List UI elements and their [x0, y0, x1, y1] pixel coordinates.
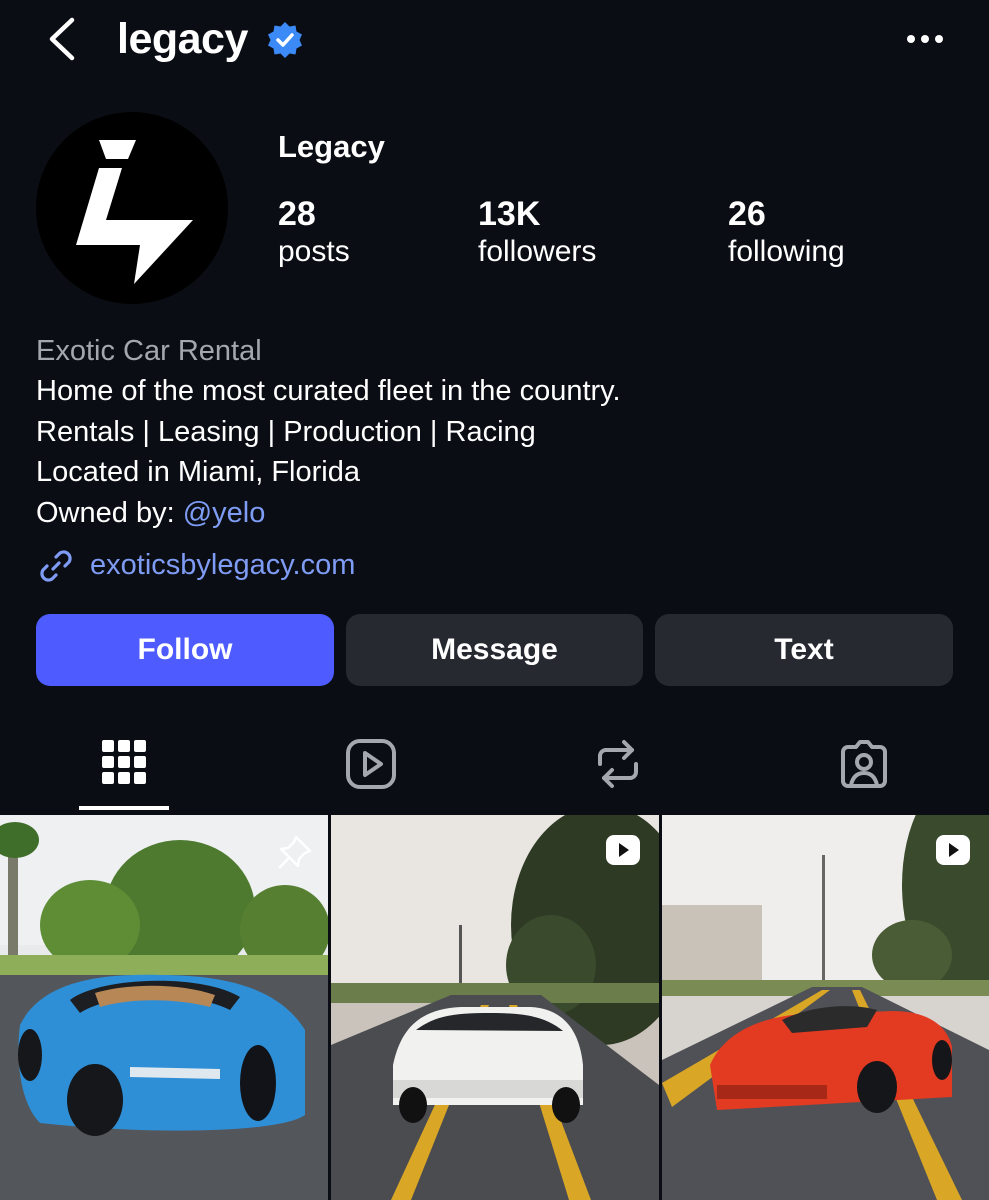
reel-badge-icon [936, 835, 970, 865]
bio-line-2: Rentals | Leasing | Production | Racing [36, 416, 536, 448]
profile-avatar[interactable] [36, 112, 228, 304]
grid-icon [102, 740, 146, 784]
profile-username: legacy [117, 15, 248, 63]
stat-posts[interactable]: 28 posts [278, 194, 350, 270]
tagged-icon [841, 740, 887, 788]
reposts-icon [598, 740, 638, 788]
stat-followers-label: followers [478, 235, 597, 268]
stat-following[interactable]: 26 following [728, 194, 845, 270]
stat-posts-label: posts [278, 235, 350, 268]
reel-badge-icon [606, 835, 640, 865]
post-tile-3[interactable] [662, 815, 989, 1200]
message-button[interactable]: Message [346, 614, 643, 686]
bio-line-1: Home of the most curated fleet in the co… [36, 375, 621, 407]
post-tile-1[interactable] [0, 815, 328, 1200]
stat-followers-count: 13K [478, 195, 541, 233]
follow-button[interactable]: Follow [36, 614, 334, 686]
post-tile-2[interactable] [331, 815, 659, 1200]
owner-mention-link[interactable]: @yelo [183, 497, 266, 529]
stat-posts-count: 28 [278, 195, 316, 233]
bio-owner-line: Owned by: @yelo [36, 493, 265, 533]
pinned-icon [278, 835, 312, 869]
bio-line-3: Located in Miami, Florida [36, 456, 360, 488]
bio-category: Exotic Car Rental [36, 335, 262, 367]
active-tab-indicator [79, 806, 169, 810]
tab-tagged[interactable] [836, 736, 892, 792]
post-image-white-suv [331, 815, 659, 1200]
verified-badge-icon [265, 20, 305, 60]
stat-following-count: 26 [728, 195, 766, 233]
website-link[interactable]: exoticsbylegacy.com [90, 545, 355, 585]
tab-reels[interactable] [343, 736, 399, 792]
reels-icon [346, 739, 396, 789]
stat-following-label: following [728, 235, 845, 268]
tab-reposts[interactable] [590, 736, 646, 792]
back-chevron-icon[interactable] [40, 14, 86, 64]
profile-display-name: Legacy [278, 129, 385, 164]
tab-grid[interactable] [96, 736, 152, 792]
stat-followers[interactable]: 13K followers [478, 194, 596, 270]
more-options-icon[interactable] [903, 24, 947, 54]
post-image-red-convertible [662, 815, 989, 1200]
link-icon [36, 546, 76, 586]
text-button[interactable]: Text [655, 614, 953, 686]
bio-owner-prefix: Owned by: [36, 497, 175, 529]
legacy-logo-icon [76, 140, 193, 284]
